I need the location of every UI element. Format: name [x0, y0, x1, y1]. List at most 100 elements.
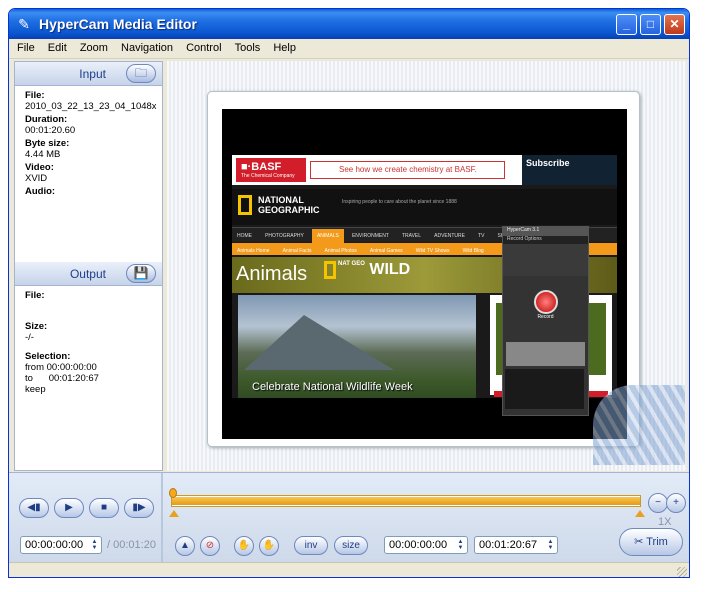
app-window: ✎ HyperCam Media Editor _ □ ✕ File Edit … — [8, 8, 690, 578]
hand-right-button[interactable]: ✋ — [259, 536, 279, 556]
input-file-label: File: — [25, 90, 45, 101]
nav-item-active: ANIMALS — [311, 229, 344, 243]
hero-caption: Celebrate National Wildlife Week — [252, 381, 413, 393]
hand-icon: ✋ — [262, 540, 276, 551]
previous-frame-button[interactable]: ◀▮ — [19, 498, 49, 518]
window-title: HyperCam Media Editor — [39, 16, 197, 32]
trim-button[interactable]: ✂ Trim — [619, 528, 683, 556]
output-selection-to: to 00:01:20:67 — [25, 373, 99, 384]
output-info: File: Size: -/- Selection: from 00:00:00… — [15, 286, 162, 471]
output-header: Output 💾 — [15, 262, 162, 286]
selection-end-field[interactable]: 00:01:20:67 ▲ ▼ — [474, 536, 558, 554]
nav-item: ENVIRONMENT — [351, 233, 389, 239]
resize-grip-icon[interactable] — [677, 567, 687, 577]
subnav-item: Wild TV Shows — [415, 248, 450, 254]
subnav-item: Animal Facts — [282, 248, 312, 254]
input-header: Input 🗀 — [15, 62, 162, 86]
menu-zoom[interactable]: Zoom — [75, 39, 113, 57]
play-button[interactable]: ▶ — [54, 498, 84, 518]
subnav-item: Wild Blog — [462, 248, 484, 254]
output-file-value — [25, 301, 156, 319]
stop-button[interactable]: ■ — [89, 498, 119, 518]
selection-end-value: 00:01:20:67 — [479, 539, 538, 551]
input-size-label: Byte size: — [25, 138, 70, 149]
natgeo-logo-icon — [238, 195, 252, 215]
subnav-item: Animal Photos — [324, 248, 357, 254]
menu-edit[interactable]: Edit — [43, 39, 72, 57]
close-button[interactable]: ✕ — [664, 14, 685, 35]
menu-help[interactable]: Help — [268, 39, 301, 57]
selection-start-field[interactable]: 00:00:00:00 ▲ ▼ — [384, 536, 468, 554]
hypercam-recorder-tabs: Record Options — [503, 236, 588, 244]
next-frame-button[interactable]: ▮▶ — [124, 498, 154, 518]
natgeo-tagline: Inspiring people to care about the plane… — [342, 199, 457, 205]
nav-item: TV — [478, 233, 485, 239]
selection-end-spinner-icon[interactable]: ▲ ▼ — [546, 539, 555, 551]
subnav-item: Animals Home — [237, 248, 270, 254]
record-icon — [533, 290, 558, 314]
set-mark-button[interactable]: ▲ — [175, 536, 195, 556]
hypercam-app-icon: ✎ — [18, 16, 30, 32]
input-size-value: 4.44 MB — [25, 149, 61, 160]
total-time-label: / 00:01:20 — [107, 539, 156, 551]
nav-item: PHOTOGRAPHY — [265, 233, 304, 239]
input-duration-value: 00:01:20.60 — [25, 125, 76, 136]
timeline-track[interactable] — [171, 495, 641, 507]
input-video-value: XVID — [25, 173, 48, 184]
selection-start-spinner-icon[interactable]: ▲ ▼ — [456, 539, 465, 551]
current-time-spinner-icon[interactable]: ▲ ▼ — [90, 539, 99, 551]
minimize-button[interactable]: _ — [616, 14, 637, 35]
hand-left-button[interactable]: ✋ — [234, 536, 254, 556]
control-divider — [161, 473, 163, 563]
hypercam-recorder-window: HyperCam 3.1 Record Options Record — [502, 226, 589, 416]
info-panel: Input 🗀 File: 2010_03_22_13_23_04_1048x6… — [14, 61, 163, 471]
zoom-out-button[interactable]: − — [648, 493, 668, 513]
input-duration-label: Duration: — [25, 114, 68, 125]
filmstrip-decoration — [593, 385, 685, 465]
status-bar — [9, 562, 689, 577]
animals-title: Animals — [236, 263, 308, 285]
menu-navigation[interactable]: Navigation — [116, 39, 178, 57]
zoom-in-button[interactable]: + — [666, 493, 686, 513]
menu-control[interactable]: Control — [181, 39, 226, 57]
natgeo-header: NATIONAL GEOGRAPHIC Inspiring people to … — [232, 189, 617, 225]
current-time-value: 00:00:00:00 — [25, 539, 84, 551]
menu-file[interactable]: File — [12, 39, 40, 57]
output-selection-label: Selection: — [25, 351, 71, 362]
open-folder-button[interactable]: 🗀 — [126, 64, 156, 83]
clear-mark-button[interactable]: ⊘ — [200, 536, 220, 556]
basf-banner: ■·BASF The Chemical Company See how we cr… — [232, 155, 617, 185]
save-file-button[interactable]: 💾 — [126, 264, 156, 283]
selection-size-button[interactable]: size — [334, 536, 368, 555]
scissors-icon: ✂ — [634, 536, 644, 548]
subscribe-ad: Subscribe — [522, 155, 617, 185]
maximize-button[interactable]: □ — [640, 14, 661, 35]
input-file-value: 2010_03_22_13_23_04_1048x6 — [25, 101, 156, 112]
current-time-field[interactable]: 00:00:00:00 ▲ ▼ — [20, 536, 102, 554]
no-mark-icon: ⊘ — [205, 540, 215, 551]
nav-item: TRAVEL — [401, 233, 422, 239]
hypercam-recorder-title: HyperCam 3.1 — [503, 227, 588, 236]
input-video-label: Video: — [25, 162, 54, 173]
natgeo-logo-text: NATIONAL GEOGRAPHIC — [258, 195, 320, 215]
zoom-level-label: 1X — [658, 516, 672, 528]
selection-start-marker[interactable] — [169, 510, 179, 517]
input-header-label: Input — [79, 67, 106, 81]
hypercam-list — [505, 369, 584, 409]
natgeo-wild-logo: NAT GEO WILD — [324, 261, 410, 279]
basf-ad-text: See how we create chemistry at BASF. — [310, 161, 505, 179]
output-header-label: Output — [69, 267, 106, 281]
invert-selection-button[interactable]: inv — [294, 536, 328, 555]
menu-tools[interactable]: Tools — [230, 39, 266, 57]
mountain-shape — [244, 315, 394, 370]
save-disk-icon: 💾 — [133, 266, 149, 280]
basf-logo: ■·BASF The Chemical Company — [236, 158, 306, 182]
nav-item: HOME — [237, 233, 252, 239]
playhead-knob[interactable] — [169, 488, 177, 498]
video-preview[interactable]: ■·BASF The Chemical Company See how we cr… — [222, 109, 627, 439]
output-size-label: Size: — [25, 321, 48, 332]
menu-bar: File Edit Zoom Navigation Control Tools … — [9, 39, 689, 59]
output-selection-from: from 00:00:00:00 — [25, 362, 97, 373]
title-bar[interactable]: ✎ HyperCam Media Editor _ □ ✕ — [9, 9, 689, 39]
selection-end-marker[interactable] — [635, 510, 645, 517]
